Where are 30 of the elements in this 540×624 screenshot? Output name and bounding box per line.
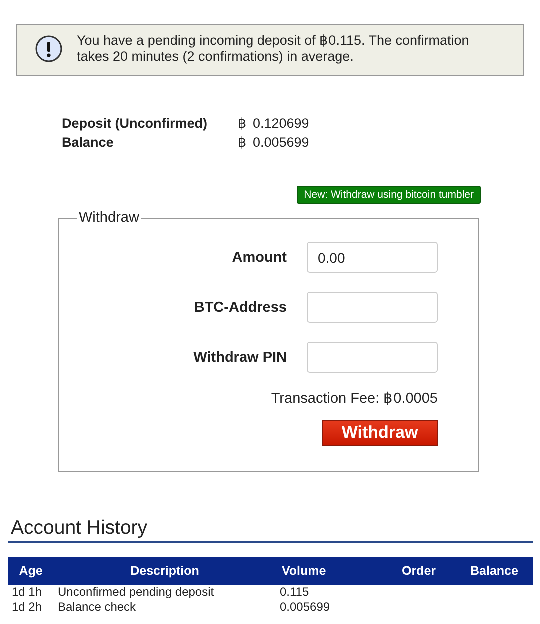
field-label: Amount — [232, 250, 287, 266]
currency-symbol: ฿ — [238, 134, 247, 152]
currency-symbol: ฿ — [238, 115, 247, 133]
notice-text: You have a pending incoming deposit of ฿0.115. The confirmation takes 20 minutes (2 confirmations) in average. — [77, 33, 470, 65]
table-cell: 1d 2h — [12, 600, 42, 614]
section-title: Account History — [11, 516, 149, 540]
column-header: Volume — [276, 557, 382, 585]
column-header: Order — [382, 557, 456, 585]
table-cell: Unconfirmed pending deposit — [58, 585, 214, 599]
column-header: Balance — [456, 557, 533, 585]
withdraw-legend: Withdraw — [77, 210, 142, 226]
balance-amount: 0.120699 — [253, 115, 310, 133]
field-label: Withdraw PIN — [194, 350, 287, 366]
table-cell: 1d 1h — [12, 585, 42, 599]
transaction-fee: Transaction Fee: ฿0.0005 — [270, 390, 438, 407]
table-cell: 0.115 — [280, 585, 310, 599]
table-cell: Balance check — [58, 600, 136, 614]
input-field[interactable]: 0.00 — [307, 242, 438, 273]
column-header: Description — [54, 557, 276, 585]
tumbler-link[interactable]: New: Withdraw using bitcoin tumbler — [297, 186, 481, 204]
withdraw-button[interactable]: Withdraw — [322, 420, 438, 446]
balance-label: Deposit (Unconfirmed) — [62, 115, 209, 133]
column-header: Age — [8, 557, 54, 585]
exclamation-icon — [35, 35, 63, 63]
table-cell: 0.005699 — [280, 600, 330, 614]
field-label: BTC-Address — [194, 300, 287, 316]
input-field[interactable] — [307, 342, 438, 373]
balance-label: Balance — [62, 134, 115, 152]
balance-amount: 0.005699 — [253, 134, 310, 152]
input-field[interactable] — [307, 292, 438, 323]
